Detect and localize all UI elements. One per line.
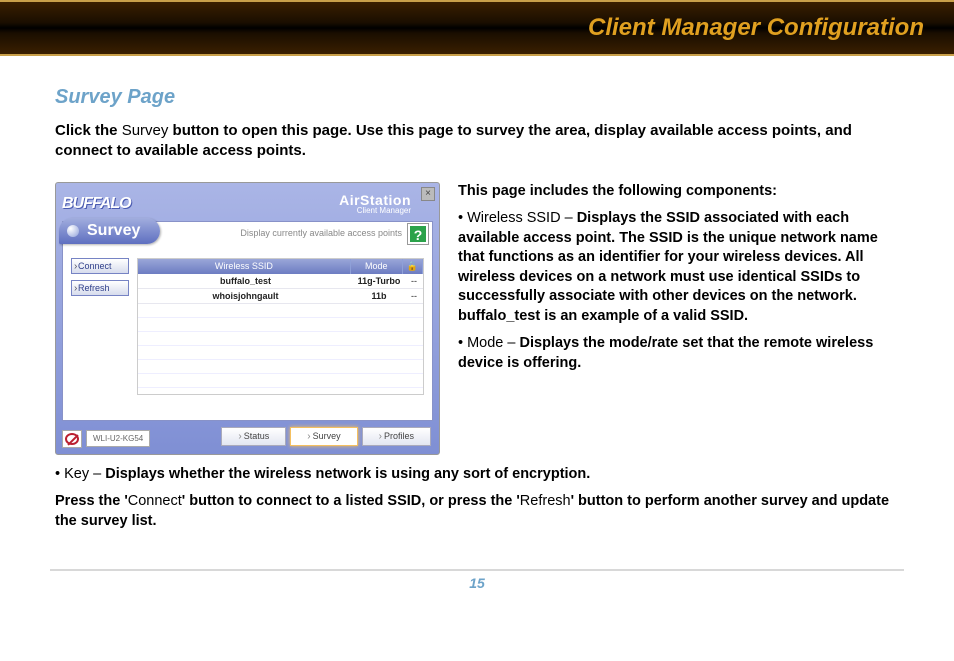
- mode-note: • Mode – Displays the mode/rate set that…: [458, 334, 899, 373]
- help-icon[interactable]: ?: [408, 224, 428, 244]
- press-note: Press the 'Connect' button to connect to…: [55, 492, 899, 531]
- ssid-label: • Wireless SSID –: [458, 210, 577, 226]
- brand-airstation: AirStation: [339, 193, 411, 207]
- row-key: --: [405, 274, 423, 288]
- top-header-bar: Client Manager Configuration: [0, 0, 954, 56]
- mode-label: • Mode –: [458, 335, 520, 351]
- ap-table: Wireless SSID Mode 🔒 buffalo_test 11g-Tu…: [137, 258, 424, 395]
- status-strip: WLI-U2-KG54: [62, 430, 150, 448]
- brand-subline: AirStation Client Manager: [339, 193, 433, 215]
- intro-paragraph: Click the Survey button to open this pag…: [55, 121, 899, 162]
- ssid-note: • Wireless SSID – Displays the SSID asso…: [458, 209, 899, 326]
- brand-clientmanager: Client Manager: [357, 206, 411, 215]
- after-paragraphs: • Key – Displays whether the wireless ne…: [55, 465, 899, 532]
- page-header-title: Client Manager Configuration: [588, 14, 924, 42]
- key-note: • Key – Displays whether the wireless ne…: [55, 465, 899, 485]
- ssid-body: Displays the SSID associated with each a…: [458, 210, 878, 324]
- close-icon[interactable]: ×: [421, 187, 435, 201]
- side-buttons: Connect Refresh: [71, 258, 129, 395]
- connect-button[interactable]: Connect: [71, 258, 129, 274]
- panel-hint: Display currently available access point…: [240, 228, 402, 238]
- col-ssid[interactable]: Wireless SSID: [138, 259, 351, 274]
- intro-post: button to open this page. Use this page …: [55, 122, 852, 159]
- row-mode: 11g-Turbo: [353, 274, 405, 288]
- page-number: 15: [0, 575, 954, 591]
- content-area: Survey Page Click the Survey button to o…: [0, 56, 954, 549]
- row-ssid: whoisjohngault: [138, 289, 353, 303]
- row-mode: 11b: [353, 289, 405, 303]
- tab-profiles[interactable]: Profiles: [362, 427, 431, 446]
- key-label: • Key –: [55, 466, 105, 482]
- refresh-button[interactable]: Refresh: [71, 280, 129, 296]
- section-title: Survey Page: [55, 86, 899, 109]
- col-mode[interactable]: Mode: [351, 259, 403, 274]
- device-id: WLI-U2-KG54: [86, 430, 150, 447]
- no-signal-icon: [62, 430, 82, 448]
- app-screenshot: × BUFFALO AirStation Client Manager Surv…: [55, 182, 440, 455]
- app-window: × BUFFALO AirStation Client Manager Surv…: [55, 182, 440, 455]
- tab-survey[interactable]: Survey: [290, 427, 357, 446]
- col-key[interactable]: 🔒: [403, 259, 423, 274]
- empty-rows: [138, 304, 423, 394]
- table-row[interactable]: whoisjohngault 11b --: [138, 289, 423, 304]
- press-mid: ' button to connect to a listed SSID, or…: [182, 493, 520, 509]
- footer-divider: [50, 569, 904, 571]
- right-column: This page includes the following compone…: [458, 182, 899, 382]
- row-ssid: buffalo_test: [138, 274, 353, 288]
- tab-status[interactable]: Status: [221, 427, 286, 446]
- row-key: --: [405, 289, 423, 303]
- mode-body: Displays the mode/rate set that the remo…: [458, 335, 873, 371]
- brand-logo: BUFFALO: [62, 195, 131, 213]
- press-pre: Press the ': [55, 493, 128, 509]
- components-intro: This page includes the following compone…: [458, 182, 899, 202]
- intro-pre: Click the: [55, 122, 122, 139]
- press-refresh: Refresh: [520, 493, 571, 509]
- table-row[interactable]: buffalo_test 11g-Turbo --: [138, 274, 423, 289]
- table-header: Wireless SSID Mode 🔒: [138, 259, 423, 274]
- press-connect: Connect: [128, 493, 182, 509]
- key-body: Displays whether the wireless network is…: [105, 466, 590, 482]
- intro-survey-label: Survey: [122, 122, 169, 139]
- app-titlebar: BUFFALO AirStation Client Manager: [56, 183, 439, 221]
- survey-tab-lozenge: Survey: [59, 218, 160, 244]
- white-panel: Survey Display currently available acces…: [62, 221, 433, 421]
